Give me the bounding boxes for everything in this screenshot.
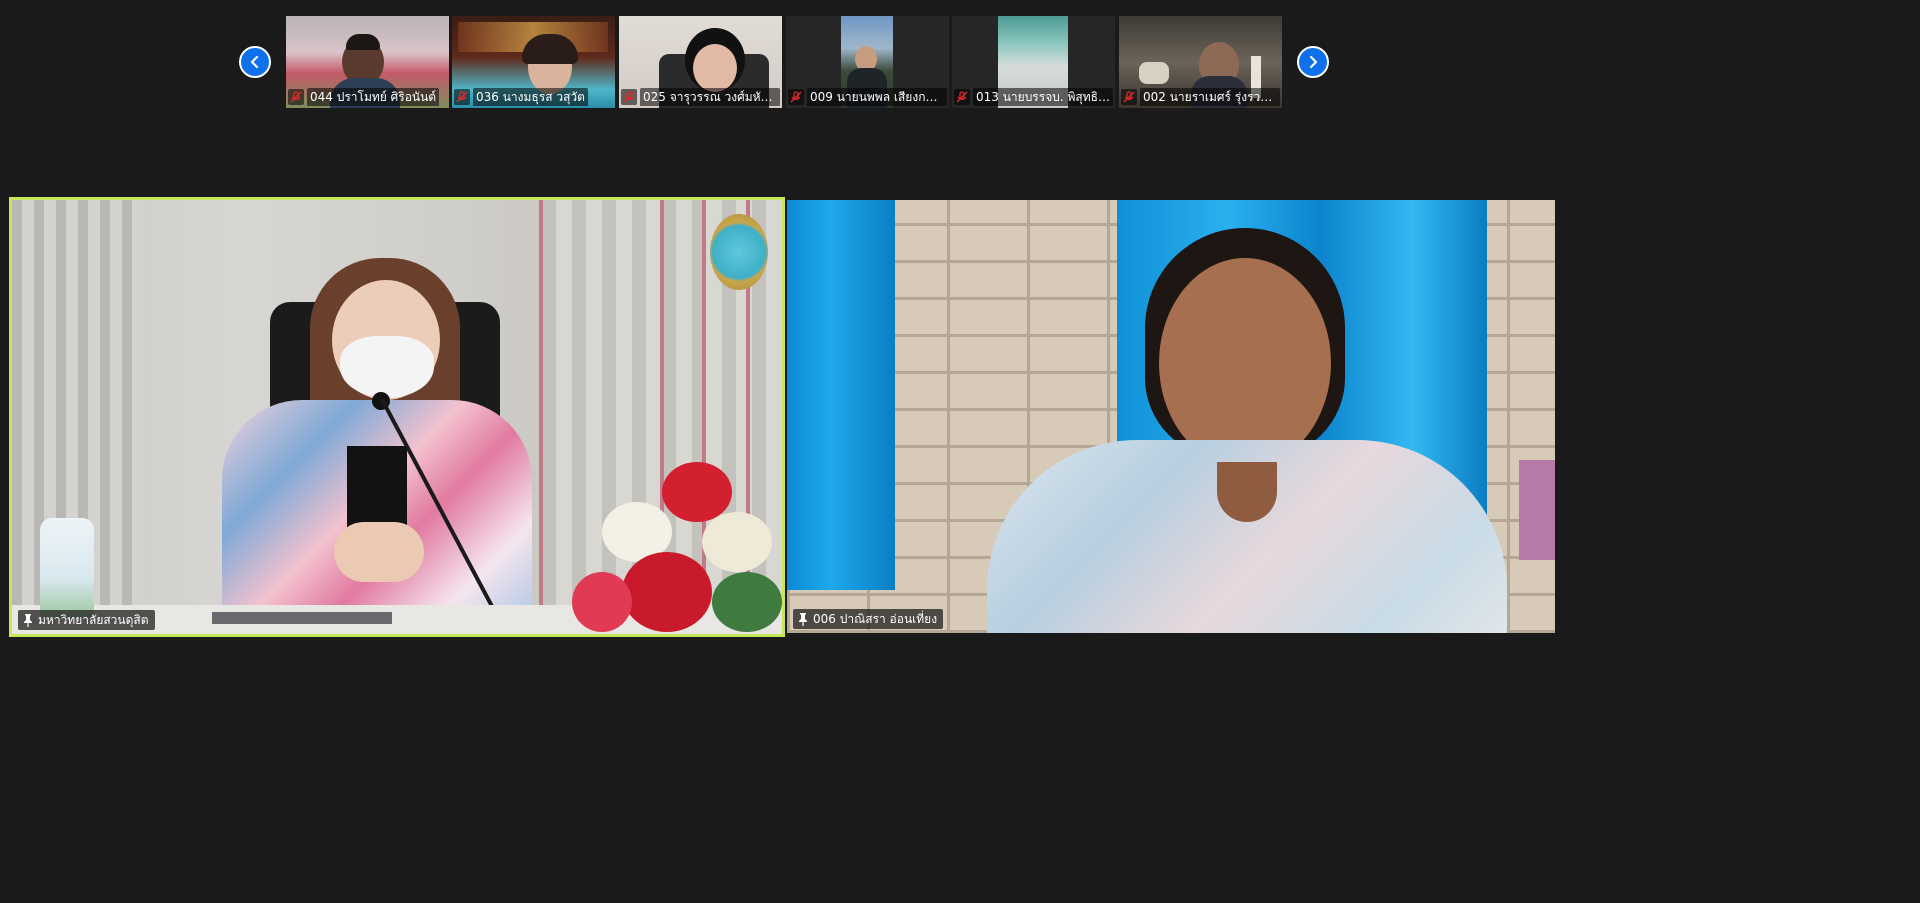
main-video-tile[interactable]: 006 ปาณิสรา อ่อนเที่ยง <box>787 200 1555 633</box>
participant-thumbnail[interactable]: 044 ปราโมทย์ ศิริอนันต์ <box>286 16 449 108</box>
chevron-left-icon <box>250 55 259 69</box>
pin-icon <box>799 613 807 626</box>
pin-icon <box>24 614 32 627</box>
mic-muted-icon <box>788 89 804 105</box>
participant-name: 006 ปาณิสรา อ่อนเที่ยง <box>813 611 938 626</box>
participant-thumbnail[interactable]: 025 จารุวรรณ วงศ์มหัทธนะ <box>619 16 782 108</box>
main-video-tile-active-speaker[interactable]: มหาวิทยาลัยสวนดุสิต <box>9 197 785 637</box>
participant-thumbnail[interactable]: 036 นางมธุรส วสุวัต <box>452 16 615 108</box>
gallery-prev-button[interactable] <box>239 46 271 78</box>
mic-muted-icon <box>288 89 304 105</box>
participant-name: 009 นายนพพล เสียงกล่อม <box>807 88 947 106</box>
participant-name-label: มหาวิทยาลัยสวนดุสิต <box>18 610 155 630</box>
gallery-next-button[interactable] <box>1297 46 1329 78</box>
participant-name: 044 ปราโมทย์ ศิริอนันต์ <box>307 88 440 106</box>
mic-muted-icon <box>1121 89 1137 105</box>
participant-name: 036 นางมธุรส วสุวัต <box>473 88 588 106</box>
participant-gallery-strip: 044 ปราโมทย์ ศิริอนันต์ 036 นางมธุรส วสุ… <box>0 0 1568 120</box>
participant-name: 013 นายบรรจบ. พิสุทธิพั... <box>973 88 1113 106</box>
participant-name: มหาวิทยาลัยสวนดุสิต <box>38 612 149 627</box>
mic-muted-icon <box>454 89 470 105</box>
participant-thumbnail[interactable]: 009 นายนพพล เสียงกล่อม <box>786 16 949 108</box>
participant-thumbnail[interactable]: 002 นายราเมศร์ รุ่งรวยศรี <box>1119 16 1282 108</box>
participant-name: 025 จารุวรรณ วงศ์มหัทธนะ <box>640 88 780 106</box>
participant-video <box>787 200 1555 633</box>
participant-name: 002 นายราเมศร์ รุ่งรวยศรี <box>1140 88 1280 106</box>
mic-muted-icon <box>621 89 637 105</box>
chevron-right-icon <box>1309 55 1318 69</box>
participant-thumbnail[interactable]: 013 นายบรรจบ. พิสุทธิพั... <box>952 16 1115 108</box>
participant-video <box>12 200 782 634</box>
participant-name-label: 006 ปาณิสรา อ่อนเที่ยง <box>793 609 944 629</box>
mic-muted-icon <box>954 89 970 105</box>
